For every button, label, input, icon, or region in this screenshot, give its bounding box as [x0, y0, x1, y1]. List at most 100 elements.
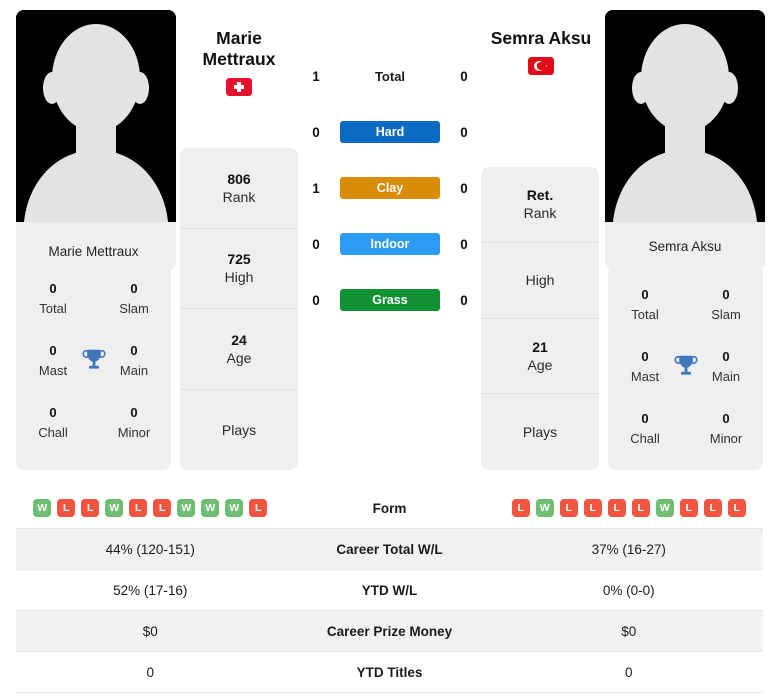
age-label-right: Age: [527, 356, 553, 373]
flag-switzerland-icon: [226, 78, 252, 96]
titles-row-left-1: 0 Total 0 Slam: [16, 268, 171, 330]
form-badge-win[interactable]: W: [225, 499, 244, 517]
player-name-right-line1: Semra Aksu: [490, 28, 592, 48]
titles-mast-left: 0 Mast: [30, 341, 76, 381]
titles-mast-right-label: Mast: [630, 369, 660, 384]
head-to-head-surfaces: 1 Total 0 0 Hard 0 1 Clay 0 0 Indoor 0 0: [305, 62, 475, 314]
titles-slam-left: 0 Slam: [111, 279, 157, 319]
h2h-label-indoor: Indoor: [340, 233, 440, 255]
form-badge-win[interactable]: W: [177, 499, 196, 517]
titles-minor-right-label: Minor: [709, 431, 743, 446]
rank-row-right-high: High: [481, 243, 599, 319]
titles-chall-right-value: 0: [641, 411, 649, 426]
titles-row-right-3: 0 Chall 0 Minor: [608, 398, 763, 460]
form-badge-loss[interactable]: L: [559, 499, 578, 517]
titles-card-left-name: Marie Mettraux: [48, 243, 139, 259]
rank-label-right: Rank: [523, 205, 557, 222]
titles-mast-right-value: 0: [641, 349, 649, 364]
form-badge-loss[interactable]: L: [727, 499, 746, 517]
h2h-row-hard: 0 Hard 0: [305, 118, 475, 146]
form-badge-win[interactable]: W: [535, 499, 554, 517]
titles-slam-left-value: 0: [130, 281, 138, 296]
form-left: WLLWLLWWWL: [16, 499, 285, 517]
plays-label-right: Plays: [522, 424, 558, 441]
rank-value-right: Ret.: [526, 187, 554, 204]
form-badge-loss[interactable]: L: [81, 499, 100, 517]
form-badge-loss[interactable]: L: [679, 499, 698, 517]
high-label-left: High: [224, 269, 254, 286]
table-label-form: Form: [372, 500, 407, 516]
titles-main-left: 0 Main: [111, 341, 157, 381]
titles-minor-left-label: Minor: [117, 425, 151, 440]
titles-mast-left-value: 0: [49, 343, 57, 358]
trophy-icon: [671, 351, 701, 381]
person-silhouette-icon: [16, 10, 176, 222]
form-badge-win[interactable]: W: [105, 499, 124, 517]
h2h-label-total: Total: [374, 68, 406, 84]
avatar-card-right[interactable]: Semra Aksu: [605, 10, 765, 270]
titles-minor-left: 0 Minor: [111, 403, 157, 443]
career-total-wl-left: 44% (120-151): [105, 541, 195, 557]
rank-card-left: 806 Rank 725 High 24 Age Plays: [180, 148, 298, 470]
titles-card-right: 0 Total 0 Slam 0 Mast 0 Main 0 Chall 0 M…: [608, 266, 763, 470]
titles-grid-left: 0 Total 0 Slam 0 Mast 0 Main 0 Chall 0 M…: [16, 268, 171, 454]
form-badge-loss[interactable]: L: [631, 499, 650, 517]
rank-value-left: 806: [227, 170, 251, 187]
age-value-left: 24: [231, 331, 247, 348]
form-badge-loss[interactable]: L: [703, 499, 722, 517]
titles-row-left-3: 0 Chall 0 Minor: [16, 392, 171, 454]
h2h-label-grass: Grass: [340, 289, 440, 311]
rank-row-left-plays: Plays: [180, 390, 298, 471]
titles-total-right: 0 Total: [622, 285, 668, 325]
player-name-left-line2: Mettraux: [202, 49, 276, 69]
titles-chall-left: 0 Chall: [30, 403, 76, 443]
form-badge-win[interactable]: W: [655, 499, 674, 517]
titles-slam-right-value: 0: [722, 287, 730, 302]
h2h-row-grass: 0 Grass 0: [305, 286, 475, 314]
form-badge-win[interactable]: W: [33, 499, 52, 517]
titles-main-right: 0 Main: [703, 347, 749, 387]
rank-row-right-rank: Ret. Rank: [481, 167, 599, 243]
titles-slam-right: 0 Slam: [703, 285, 749, 325]
form-right: LWLLLLWLLL: [495, 499, 764, 517]
flag-turkey-icon: [528, 57, 554, 75]
form-badge-win[interactable]: W: [201, 499, 220, 517]
titles-main-right-value: 0: [722, 349, 730, 364]
form-badge-loss[interactable]: L: [129, 499, 148, 517]
rank-row-right-age: 21 Age: [481, 319, 599, 395]
titles-minor-right-value: 0: [722, 411, 730, 426]
titles-total-right-value: 0: [641, 287, 649, 302]
person-silhouette-icon: [605, 10, 765, 222]
comparison-header: Marie Mettraux Semra Aksu Marie Mettraux: [0, 0, 779, 480]
form-badge-loss[interactable]: L: [153, 499, 172, 517]
titles-total-left: 0 Total: [30, 279, 76, 319]
titles-mast-right: 0 Mast: [622, 347, 668, 387]
titles-main-left-label: Main: [119, 363, 149, 378]
titles-chall-left-value: 0: [49, 405, 57, 420]
h2h-right-indoor: 0: [460, 236, 468, 252]
rank-row-left-rank: 806 Rank: [180, 148, 298, 229]
ytd-wl-right: 0% (0-0): [602, 582, 655, 598]
player-heading-right: Semra Aksu: [456, 28, 626, 75]
plays-label-left: Plays: [221, 421, 257, 438]
form-badge-loss[interactable]: L: [57, 499, 76, 517]
h2h-right-hard: 0: [460, 124, 468, 140]
titles-slam-right-label: Slam: [711, 307, 741, 322]
titles-main-right-label: Main: [711, 369, 741, 384]
trophy-icon: [79, 345, 109, 375]
player-name-left-line1: Marie: [216, 28, 262, 48]
h2h-row-total: 1 Total 0: [305, 62, 475, 90]
rank-row-left-age: 24 Age: [180, 309, 298, 390]
form-badge-loss[interactable]: L: [249, 499, 268, 517]
career-total-wl-right: 37% (16-27): [591, 541, 666, 557]
player-heading-left: Marie Mettraux: [154, 28, 324, 96]
h2h-row-indoor: 0 Indoor 0: [305, 230, 475, 258]
ytd-titles-left: 0: [146, 664, 154, 680]
form-badge-loss[interactable]: L: [511, 499, 530, 517]
career-prize-money-left: $0: [142, 623, 158, 639]
form-badge-loss[interactable]: L: [607, 499, 626, 517]
player-comparison-page: Marie Mettraux Semra Aksu Marie Mettraux: [0, 0, 779, 699]
h2h-label-hard: Hard: [340, 121, 440, 143]
form-badge-loss[interactable]: L: [583, 499, 602, 517]
avatar-name-right: Semra Aksu: [605, 222, 765, 270]
